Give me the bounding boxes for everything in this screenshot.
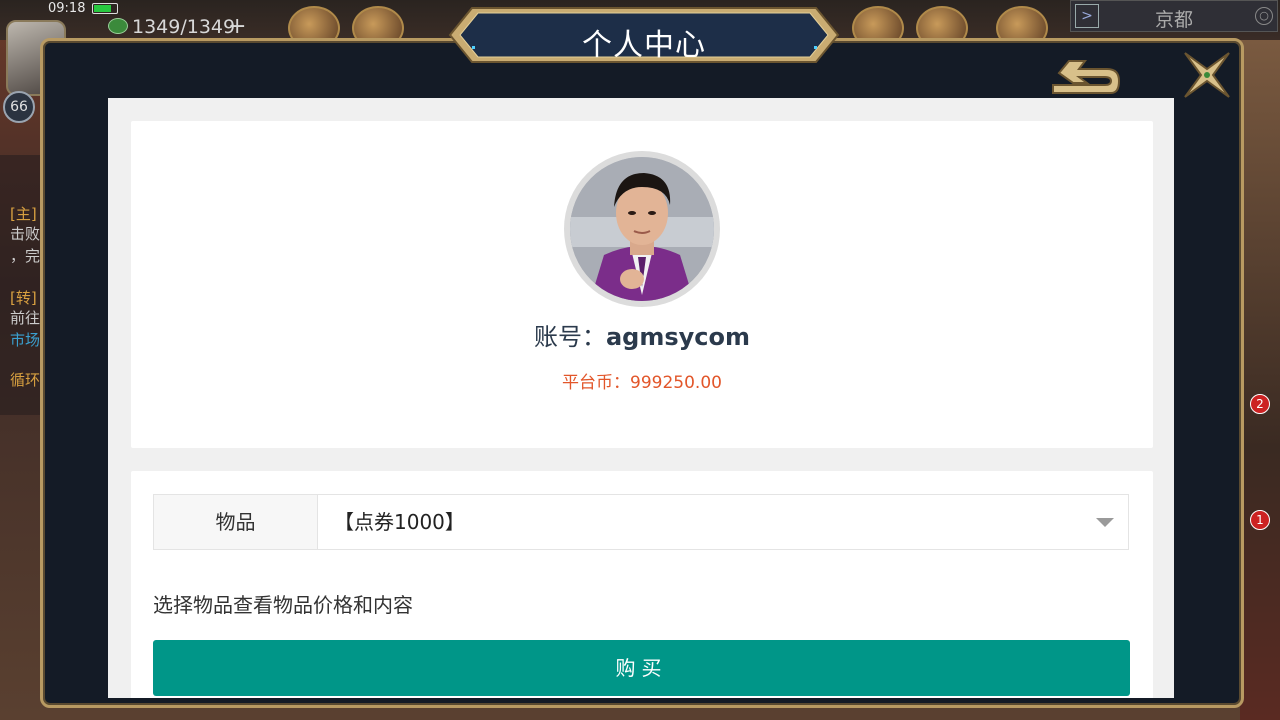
account-label: 账号： [533, 323, 606, 351]
content-panel: 账号：agmsycom 平台币：999250.00 物品 【点券1000】 选择… [108, 98, 1174, 698]
profile-card: 账号：agmsycom 平台币：999250.00 [131, 121, 1153, 448]
stamina-icon [108, 18, 128, 34]
quest-line: 前往 [10, 309, 41, 327]
quest-line: ，完 [10, 247, 41, 265]
back-button[interactable] [1045, 53, 1123, 103]
item-selected-value: 【点券1000】 [334, 510, 465, 534]
item-label: 物品 [154, 495, 318, 549]
back-arrow-icon [1052, 60, 1121, 94]
expand-arrow-icon[interactable]: > [1075, 4, 1099, 28]
quest-line: 循环 [10, 371, 41, 389]
dialog-title: 个人中心 [582, 28, 706, 63]
chevron-down-icon [1096, 518, 1114, 527]
region-selector[interactable]: > 京都 ○ [1070, 0, 1278, 32]
quest-line: 市场 [10, 331, 41, 349]
quest-line: [主] [10, 205, 37, 223]
stamina-counter: 1349/1349 [132, 16, 236, 38]
search-icon[interactable]: ○ [1255, 7, 1273, 25]
quest-line: 击败 [10, 225, 41, 243]
platform-coin-label: 平台币： [562, 373, 631, 393]
right-side-hud: 2 1 [1240, 40, 1280, 720]
close-button[interactable] [1179, 47, 1235, 103]
title-plate: 个人中心 [448, 6, 840, 64]
player-level-badge: 66 [3, 91, 35, 123]
status-time: 09:18 [48, 1, 86, 16]
battery-icon [92, 3, 118, 14]
avatar [564, 151, 720, 307]
add-stamina-button[interactable]: + [228, 14, 246, 39]
region-name: 京都 [1155, 9, 1194, 31]
platform-coin-line: 平台币：999250.00 [131, 368, 1153, 393]
close-icon [1184, 52, 1230, 98]
quest-tracker[interactable]: [主] 击败 ，完 [转] 前往 市场 循环 [0, 155, 42, 415]
buy-button[interactable]: 购买 [153, 640, 1130, 696]
notification-badge: 1 [1250, 510, 1270, 530]
item-hint-text: 选择物品查看物品价格和内容 [153, 593, 413, 617]
platform-coin-value: 999250.00 [630, 373, 722, 393]
item-select-row: 物品 【点券1000】 [153, 494, 1129, 550]
account-value: agmsycom [605, 323, 751, 351]
avatar-photo [570, 157, 714, 301]
account-line: 账号：agmsycom [131, 317, 1153, 352]
item-dropdown[interactable]: 【点券1000】 [318, 495, 1128, 549]
quest-line: [转] [10, 289, 37, 307]
notification-badge: 2 [1250, 394, 1270, 414]
personal-center-dialog: 账号：agmsycom 平台币：999250.00 物品 【点券1000】 选择… [40, 38, 1244, 708]
purchase-card: 物品 【点券1000】 选择物品查看物品价格和内容 购买 [131, 471, 1153, 698]
